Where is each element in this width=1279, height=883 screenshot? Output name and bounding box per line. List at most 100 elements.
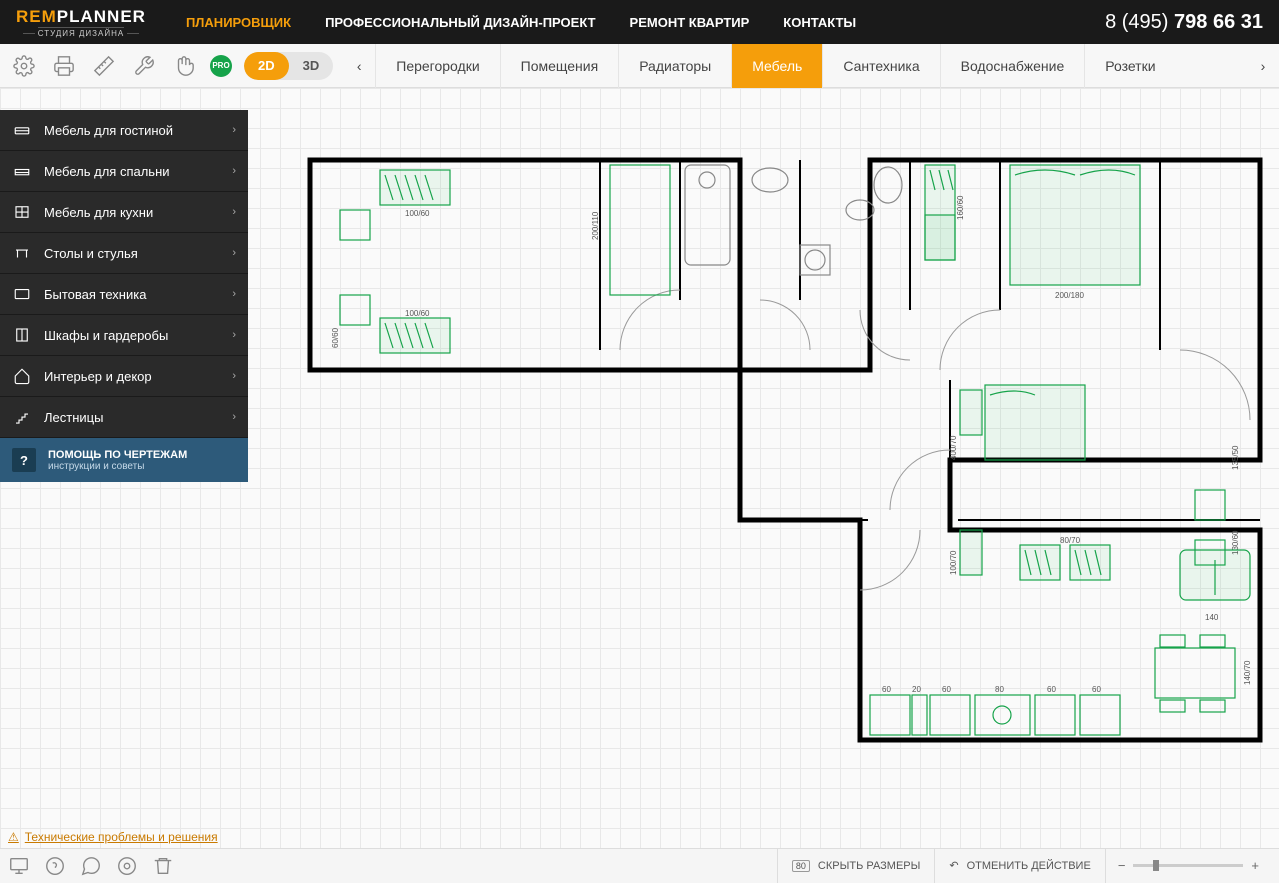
- tab-water[interactable]: Водоснабжение: [940, 44, 1085, 88]
- screen-icon[interactable]: [8, 855, 30, 877]
- gear-icon[interactable]: [10, 52, 38, 80]
- chevron-right-icon: ›: [232, 124, 236, 136]
- tv-icon: [12, 284, 32, 304]
- svg-text:100/60: 100/60: [405, 309, 430, 318]
- logo-text: REMPLANNER: [16, 7, 146, 27]
- kitchen-icon: [12, 202, 32, 222]
- help-circle-icon[interactable]: [44, 855, 66, 877]
- bed-icon: [12, 161, 32, 181]
- zoom-control: − +: [1105, 849, 1271, 883]
- svg-text:200/180: 200/180: [1055, 291, 1084, 300]
- svg-text:160/60: 160/60: [956, 195, 965, 220]
- svg-text:140: 140: [1205, 613, 1219, 622]
- sidebar-item-wardrobes[interactable]: Шкафы и гардеробы›: [0, 315, 248, 356]
- tab-radiators[interactable]: Радиаторы: [618, 44, 731, 88]
- undo-icon: ↶: [949, 859, 958, 872]
- svg-text:100/60: 100/60: [405, 209, 430, 218]
- svg-text:140/70: 140/70: [1243, 660, 1252, 685]
- hide-dims-button[interactable]: 80 СКРЫТЬ РАЗМЕРЫ: [777, 849, 934, 883]
- footer-left: [8, 855, 174, 877]
- chevron-right-icon: ›: [232, 206, 236, 218]
- home-icon: [12, 366, 32, 386]
- phone-number[interactable]: 8 (495) 798 66 31: [1105, 11, 1263, 34]
- chevron-right-icon: ›: [232, 247, 236, 259]
- ruler-icon[interactable]: [90, 52, 118, 80]
- svg-text:60: 60: [1092, 685, 1101, 694]
- undo-button[interactable]: ↶ ОТМЕНИТЬ ДЕЙСТВИЕ: [934, 849, 1104, 883]
- chevron-right-icon: ›: [232, 288, 236, 300]
- svg-text:60: 60: [882, 685, 891, 694]
- nav-contacts[interactable]: КОНТАКТЫ: [783, 15, 856, 30]
- tab-plumbing[interactable]: Сантехника: [822, 44, 939, 88]
- view-3d-button[interactable]: 3D: [289, 52, 334, 80]
- svg-text:100/70: 100/70: [949, 550, 958, 575]
- footer-right: 80 СКРЫТЬ РАЗМЕРЫ ↶ ОТМЕНИТЬ ДЕЙСТВИЕ − …: [777, 849, 1271, 883]
- nav-design-project[interactable]: ПРОФЕССИОНАЛЬНЫЙ ДИЗАЙН-ПРОЕКТ: [325, 15, 595, 30]
- stairs-icon: [12, 407, 32, 427]
- svg-text:60: 60: [1047, 685, 1056, 694]
- trash-icon[interactable]: [152, 855, 174, 877]
- footer: 80 СКРЫТЬ РАЗМЕРЫ ↶ ОТМЕНИТЬ ДЕЙСТВИЕ − …: [0, 848, 1279, 882]
- svg-text:80: 80: [995, 685, 1004, 694]
- table-icon: [12, 243, 32, 263]
- svg-text:80/70: 80/70: [1060, 536, 1081, 545]
- tech-link-label: Технические проблемы и решения: [25, 830, 218, 844]
- furniture-sidebar: Мебель для гостиной› Мебель для спальни›…: [0, 110, 248, 482]
- sidebar-item-appliances[interactable]: Бытовая техника›: [0, 274, 248, 315]
- svg-text:135/50: 135/50: [1231, 445, 1240, 470]
- sidebar-item-living[interactable]: Мебель для гостиной›: [0, 110, 248, 151]
- floor-plan[interactable]: 100/60 100/60 60/60 200/110 160/60 200/1…: [300, 150, 1270, 770]
- view-toggle: 2D 3D: [244, 52, 333, 80]
- pro-badge[interactable]: PRO: [210, 55, 232, 77]
- sidebar-help[interactable]: ? ПОМОЩЬ ПО ЧЕРТЕЖАМ инструкции и советы: [0, 438, 248, 482]
- tab-rooms[interactable]: Помещения: [500, 44, 619, 88]
- question-icon: ?: [12, 448, 36, 472]
- nav-planner[interactable]: ПЛАНИРОВЩИК: [186, 15, 291, 30]
- tab-sockets[interactable]: Розетки: [1084, 44, 1175, 88]
- svg-text:20: 20: [912, 685, 921, 694]
- chevron-right-icon: ›: [232, 329, 236, 341]
- hand-icon[interactable]: [170, 52, 198, 80]
- tab-walls[interactable]: Перегородки: [375, 44, 499, 88]
- small-gear-icon[interactable]: [116, 855, 138, 877]
- tabs-scroll-right[interactable]: ›: [1247, 58, 1279, 74]
- logo-subtitle: СТУДИЯ ДИЗАЙНА: [38, 27, 125, 38]
- warning-icon: ⚠: [8, 830, 19, 844]
- svg-text:200/110: 200/110: [591, 211, 600, 240]
- toolbar: PRO 2D 3D ‹ Перегородки Помещения Радиат…: [0, 44, 1279, 88]
- sidebar-item-bedroom[interactable]: Мебель для спальни›: [0, 151, 248, 192]
- chevron-right-icon: ›: [232, 411, 236, 423]
- chevron-right-icon: ›: [232, 165, 236, 177]
- zoom-in-button[interactable]: +: [1251, 858, 1259, 873]
- help-subtitle: инструкции и советы: [48, 461, 187, 472]
- chevron-right-icon: ›: [232, 370, 236, 382]
- toolbar-left: PRO 2D 3D: [0, 52, 343, 80]
- help-title: ПОМОЩЬ ПО ЧЕРТЕЖАМ: [48, 449, 187, 461]
- nav-renovation[interactable]: РЕМОНТ КВАРТИР: [630, 15, 750, 30]
- svg-text:400/70: 400/70: [949, 435, 958, 460]
- tools-icon[interactable]: [130, 52, 158, 80]
- logo-part-rem: REM: [16, 7, 57, 26]
- svg-text:60: 60: [942, 685, 951, 694]
- logo-part-planner: PLANNER: [57, 7, 146, 26]
- tech-issues-link[interactable]: ⚠ Технические проблемы и решения: [8, 830, 218, 844]
- wardrobe-icon: [12, 325, 32, 345]
- sidebar-item-decor[interactable]: Интерьер и декор›: [0, 356, 248, 397]
- print-icon[interactable]: [50, 52, 78, 80]
- sidebar-item-kitchen[interactable]: Мебель для кухни›: [0, 192, 248, 233]
- header: REMPLANNER СТУДИЯ ДИЗАЙНА ПЛАНИРОВЩИК ПР…: [0, 0, 1279, 44]
- plan-tabs: Перегородки Помещения Радиаторы Мебель С…: [375, 44, 1247, 88]
- sidebar-item-tables[interactable]: Столы и стулья›: [0, 233, 248, 274]
- tabs-scroll-left[interactable]: ‹: [343, 58, 375, 74]
- view-2d-button[interactable]: 2D: [244, 52, 289, 80]
- dim-badge: 80: [792, 860, 810, 872]
- zoom-slider[interactable]: [1133, 864, 1243, 867]
- svg-text:60/60: 60/60: [331, 327, 340, 348]
- sidebar-item-stairs[interactable]: Лестницы›: [0, 397, 248, 438]
- tab-furniture[interactable]: Мебель: [731, 44, 822, 88]
- logo[interactable]: REMPLANNER СТУДИЯ ДИЗАЙНА: [16, 7, 146, 38]
- header-nav: ПЛАНИРОВЩИК ПРОФЕССИОНАЛЬНЫЙ ДИЗАЙН-ПРОЕ…: [186, 15, 856, 30]
- chat-icon[interactable]: [80, 855, 102, 877]
- sofa-icon: [12, 120, 32, 140]
- zoom-out-button[interactable]: −: [1118, 858, 1126, 873]
